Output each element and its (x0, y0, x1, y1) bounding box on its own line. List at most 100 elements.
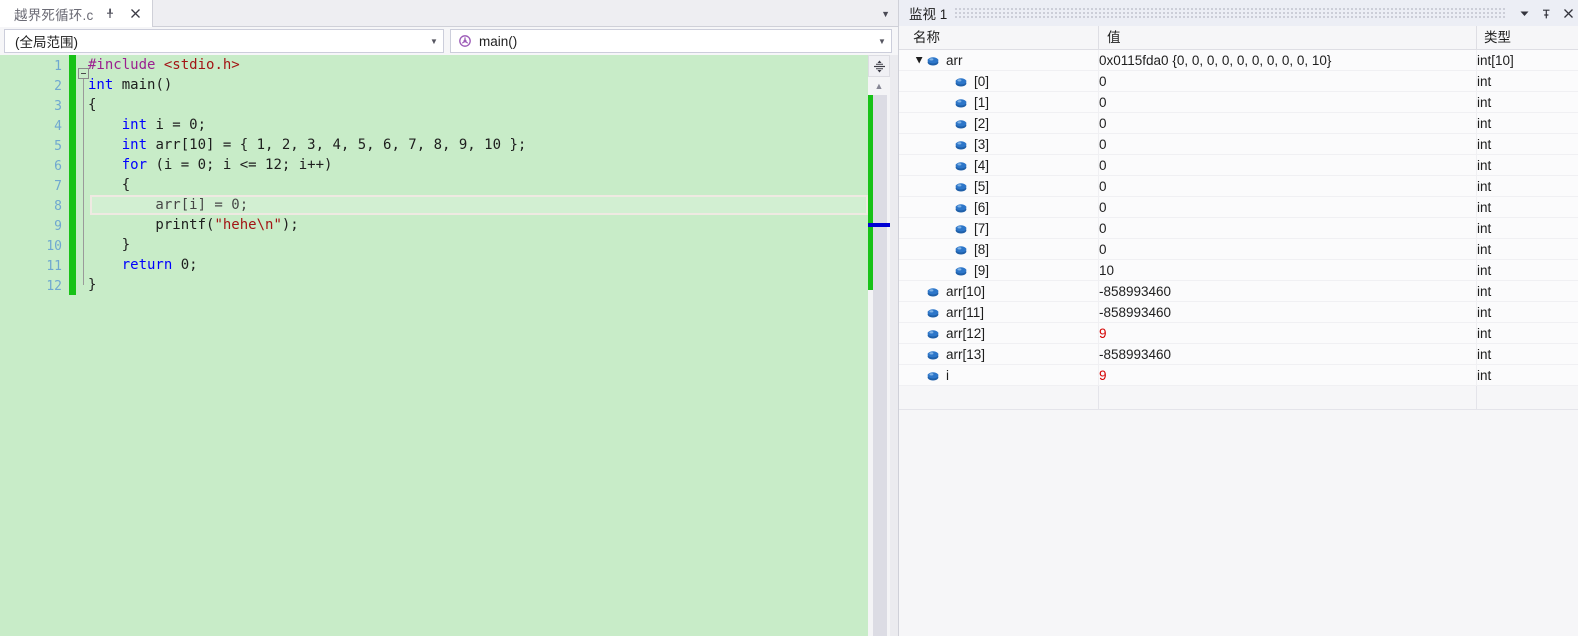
watch-row[interactable]: arr[10] -858993460 int (899, 281, 1578, 302)
close-icon[interactable] (1557, 0, 1578, 26)
code-line[interactable]: } (88, 275, 898, 295)
watch-row-value[interactable]: 9 (1099, 323, 1107, 344)
column-header-name[interactable]: 名称 (913, 26, 940, 50)
scope-dropdown[interactable]: (全局范围) ▼ (4, 29, 444, 53)
watch-row-value[interactable]: -858993460 (1099, 302, 1171, 323)
watch-row-value[interactable]: 0 (1099, 113, 1107, 134)
watch-row[interactable]: [7] 0 int (899, 218, 1578, 239)
watch-empty-area (899, 410, 1578, 636)
pin-icon[interactable] (1535, 0, 1557, 26)
watch-new-entry-row[interactable] (899, 386, 1578, 410)
code-line[interactable]: #include <stdio.h> (88, 55, 898, 75)
watch-row[interactable]: [6] 0 int (899, 197, 1578, 218)
watch-row-type: int (1477, 116, 1492, 131)
code-line[interactable]: int main() (88, 75, 898, 95)
editor-vertical-scrollbar[interactable]: ▲ (868, 77, 891, 636)
watch-row[interactable]: [1] 0 int (899, 92, 1578, 113)
watch-row-name-cell[interactable]: [3] (941, 134, 989, 155)
watch-row[interactable]: arr[11] -858993460 int (899, 302, 1578, 323)
code-line[interactable]: arr[i] = 0; (88, 195, 898, 215)
watch-row-name-cell[interactable]: arr[10] (913, 281, 985, 302)
document-tab[interactable]: 越界死循环.c (0, 0, 154, 27)
column-header-type[interactable]: 类型 (1484, 26, 1511, 50)
close-icon[interactable] (128, 6, 143, 21)
watch-row-name: [4] (974, 158, 990, 173)
expander-expanded-icon[interactable] (913, 50, 925, 71)
watch-row[interactable]: [8] 0 int (899, 239, 1578, 260)
watch-row[interactable]: [9] 10 int (899, 260, 1578, 281)
watch-row-value[interactable]: 0 (1099, 197, 1107, 218)
watch-row[interactable]: [2] 0 int (899, 113, 1578, 134)
watch-row-name-cell[interactable]: [0] (941, 71, 989, 92)
column-header-value[interactable]: 值 (1107, 26, 1121, 50)
watch-grid[interactable]: 名称 值 类型 arr 0x0115fda0 {0, 0, 0, 0, 0, 0,… (899, 26, 1578, 636)
watch-row-name-cell[interactable]: [4] (941, 155, 989, 176)
watch-row-value[interactable]: 0 (1099, 134, 1107, 155)
chevron-down-icon[interactable]: ▼ (881, 0, 890, 27)
watch-row-name-cell[interactable]: i (913, 365, 949, 386)
column-divider-2[interactable] (1476, 26, 1477, 50)
watch-row-value[interactable]: 0 (1099, 239, 1107, 260)
watch-row-value[interactable]: 0 (1099, 71, 1107, 92)
watch-row-name-cell[interactable]: [7] (941, 218, 989, 239)
watch-row[interactable]: [3] 0 int (899, 134, 1578, 155)
code-line[interactable]: for (i = 0; i <= 12; i++) (88, 155, 898, 175)
watch-row-name-cell[interactable]: arr[11] (913, 302, 984, 323)
watch-row-value[interactable]: 0 (1099, 218, 1107, 239)
expander-placeholder (913, 323, 925, 344)
watch-row-name-cell[interactable]: [6] (941, 197, 989, 218)
code-line[interactable]: } (88, 235, 898, 255)
pin-icon[interactable] (103, 6, 118, 21)
watch-row[interactable]: i 9 int (899, 365, 1578, 386)
watch-row-list[interactable]: arr 0x0115fda0 {0, 0, 0, 0, 0, 0, 0, 0, 0… (899, 50, 1578, 386)
watch-row-value[interactable]: 0 (1099, 92, 1107, 113)
watch-row[interactable]: arr[12] 9 int (899, 323, 1578, 344)
member-dropdown[interactable]: main() ▼ (450, 29, 892, 53)
expander-placeholder (941, 239, 953, 260)
watch-row-name-cell[interactable]: [9] (941, 260, 989, 281)
watch-row-name-cell[interactable]: [8] (941, 239, 989, 260)
watch-row-value[interactable]: 10 (1099, 260, 1114, 281)
chevron-down-icon[interactable] (1513, 0, 1535, 26)
watch-row-name-cell[interactable]: arr[13] (913, 344, 985, 365)
code-line[interactable]: int i = 0; (88, 115, 898, 135)
watch-row-value[interactable]: 0x0115fda0 {0, 0, 0, 0, 0, 0, 0, 0, 0, 1… (1099, 50, 1331, 71)
line-number: 11 (46, 259, 62, 274)
watch-row-value[interactable]: -858993460 (1099, 344, 1171, 365)
code-line[interactable]: { (88, 95, 898, 115)
watch-row[interactable]: [5] 0 int (899, 176, 1578, 197)
watch-row[interactable]: arr 0x0115fda0 {0, 0, 0, 0, 0, 0, 0, 0, 0… (899, 50, 1578, 71)
watch-row-name-cell[interactable]: arr[12] (913, 323, 985, 344)
watch-row-name: [3] (974, 137, 990, 152)
watch-row-name-cell[interactable]: [2] (941, 113, 989, 134)
code-text-area[interactable]: #include <stdio.h> int main(){ int i = 0;… (88, 55, 898, 636)
watch-row-name-cell[interactable]: arr (913, 50, 963, 71)
watch-row-value[interactable]: 9 (1099, 365, 1107, 386)
chevron-down-icon[interactable]: ▼ (425, 37, 443, 46)
watch-row[interactable]: arr[13] -858993460 int (899, 344, 1578, 365)
code-line[interactable]: return 0; (88, 255, 898, 275)
watch-row-value[interactable]: -858993460 (1099, 281, 1171, 302)
watch-row-value[interactable]: 0 (1099, 176, 1107, 197)
caret-up-icon[interactable]: ▲ (868, 77, 890, 95)
code-line[interactable]: int arr[10] = { 1, 2, 3, 4, 5, 6, 7, 8, … (88, 135, 898, 155)
drag-handle[interactable] (955, 8, 1505, 18)
code-line[interactable]: { (88, 175, 898, 195)
watch-row-value[interactable]: 0 (1099, 155, 1107, 176)
expander-placeholder (941, 155, 953, 176)
code-line[interactable]: printf("hehe\n"); (88, 215, 898, 235)
watch-row-name-cell[interactable]: [1] (941, 92, 989, 113)
expander-placeholder (941, 113, 953, 134)
editor-navigation-bar: (全局范围) ▼ main() ▼ (0, 27, 898, 55)
chevron-down-icon[interactable]: ▼ (873, 37, 891, 46)
watch-window-titlebar[interactable]: 监视 1 (899, 0, 1578, 26)
watch-row-name-cell[interactable]: [5] (941, 176, 989, 197)
watch-row-type: int (1477, 347, 1492, 362)
watch-row-name: arr[10] (946, 284, 986, 299)
code-surface[interactable]: 1 2 3 4 5 6 7 8 9 10 11 12 #include <stdio.h> int ma… (0, 55, 898, 636)
watch-row[interactable]: [0] 0 int (899, 71, 1578, 92)
column-divider-1[interactable] (1098, 26, 1099, 50)
watch-row[interactable]: [4] 0 int (899, 155, 1578, 176)
split-window-icon[interactable] (868, 55, 890, 77)
scrollbar-track[interactable] (868, 95, 891, 636)
